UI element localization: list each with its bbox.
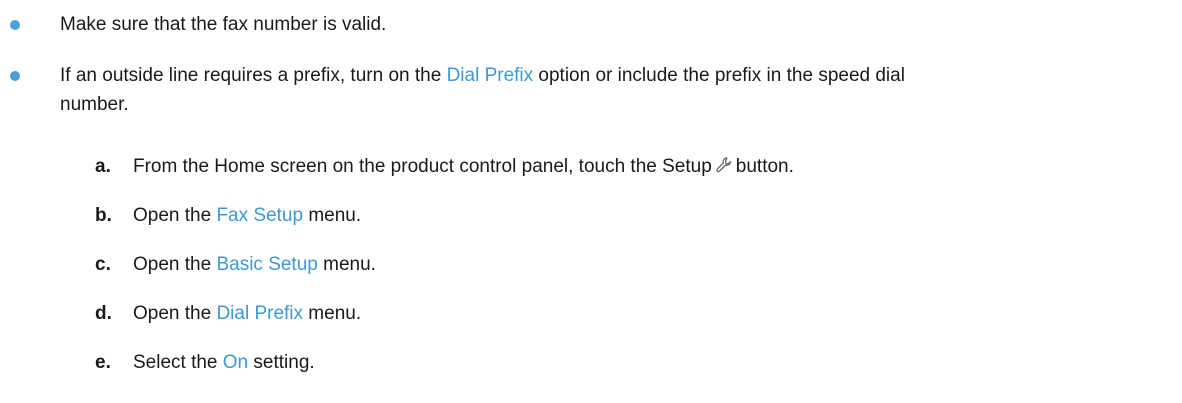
on-setting-link: On <box>222 352 249 373</box>
bullet-text-line2: number. <box>60 94 129 115</box>
step-text: From the Home screen on the product cont… <box>133 152 794 181</box>
bullet-dot <box>10 71 20 81</box>
step-text: Open the Basic Setup menu. <box>133 250 376 279</box>
step-text-pre: Open the <box>133 205 217 226</box>
step-text-pre: Select the <box>133 352 223 373</box>
document-page: Make sure that the fax number is valid. … <box>0 0 1182 403</box>
step-text-post: menu. <box>303 205 362 226</box>
wrench-icon <box>716 157 731 173</box>
bullet-text-post: option or include the prefix in the spee… <box>533 65 905 86</box>
fax-setup-menu-link: Fax Setup <box>216 205 304 226</box>
step-text: Open the Dial Prefix menu. <box>133 299 361 328</box>
step-text-post: setting. <box>248 352 315 373</box>
step-text-pre: Open the <box>133 303 217 324</box>
step-letter: c. <box>95 254 111 275</box>
bullet-text-pre: If an outside line requires a prefix, tu… <box>60 65 447 86</box>
dial-prefix-menu-link: Dial Prefix <box>216 303 304 324</box>
step-text-pre: Open the <box>133 254 217 275</box>
step-text-post: button. <box>735 156 794 177</box>
step-text-post: menu. <box>303 303 362 324</box>
step-text: Open the Fax Setup menu. <box>133 201 361 230</box>
step-letter: e. <box>95 352 111 373</box>
step-letter: d. <box>95 303 112 324</box>
bullet-dot <box>10 20 20 30</box>
step-letter: b. <box>95 205 112 226</box>
bullet-text: If an outside line requires a prefix, tu… <box>60 61 1160 119</box>
bullet-text: Make sure that the fax number is valid. <box>60 14 387 35</box>
dial-prefix-option-link: Dial Prefix <box>446 65 534 86</box>
step-text-pre: From the Home screen on the product cont… <box>133 156 712 177</box>
step-text: Select the On setting. <box>133 348 315 377</box>
step-letter: a. <box>95 156 111 177</box>
basic-setup-menu-link: Basic Setup <box>216 254 318 275</box>
step-text-post: menu. <box>317 254 376 275</box>
